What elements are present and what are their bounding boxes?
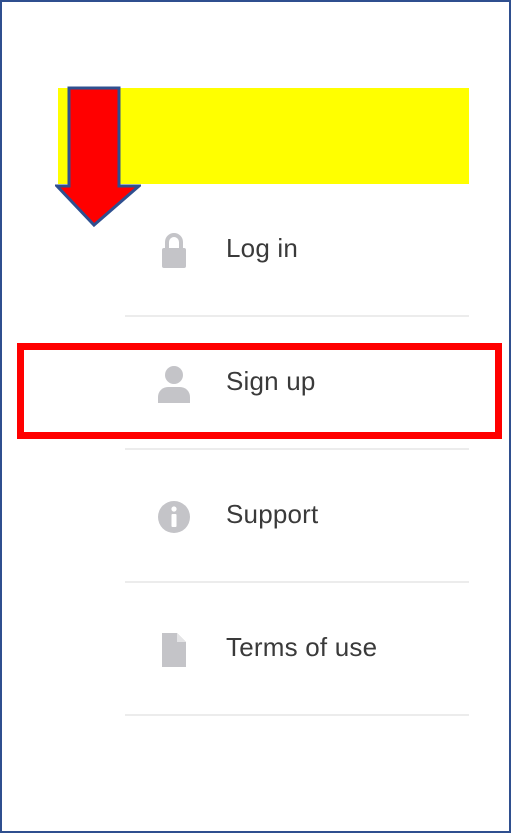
menu-item-log-in[interactable]: Log in	[125, 184, 469, 317]
panel-frame: Log in Sign up Support Terms of use	[0, 0, 511, 833]
menu-item-label: Sign up	[226, 366, 316, 396]
menu-item-support[interactable]: Support	[125, 450, 469, 583]
menu-item-label: Support	[226, 499, 319, 529]
menu-list: Log in Sign up Support Terms of use	[125, 184, 469, 716]
menu-item-label: Terms of use	[226, 632, 378, 662]
user-icon	[158, 366, 190, 403]
menu-item-sign-up[interactable]: Sign up	[125, 317, 469, 450]
menu-item-label: Log in	[226, 233, 299, 263]
menu-item-terms-of-use[interactable]: Terms of use	[125, 583, 469, 716]
info-icon	[158, 501, 190, 533]
document-icon	[162, 633, 186, 667]
lock-icon	[162, 233, 186, 268]
